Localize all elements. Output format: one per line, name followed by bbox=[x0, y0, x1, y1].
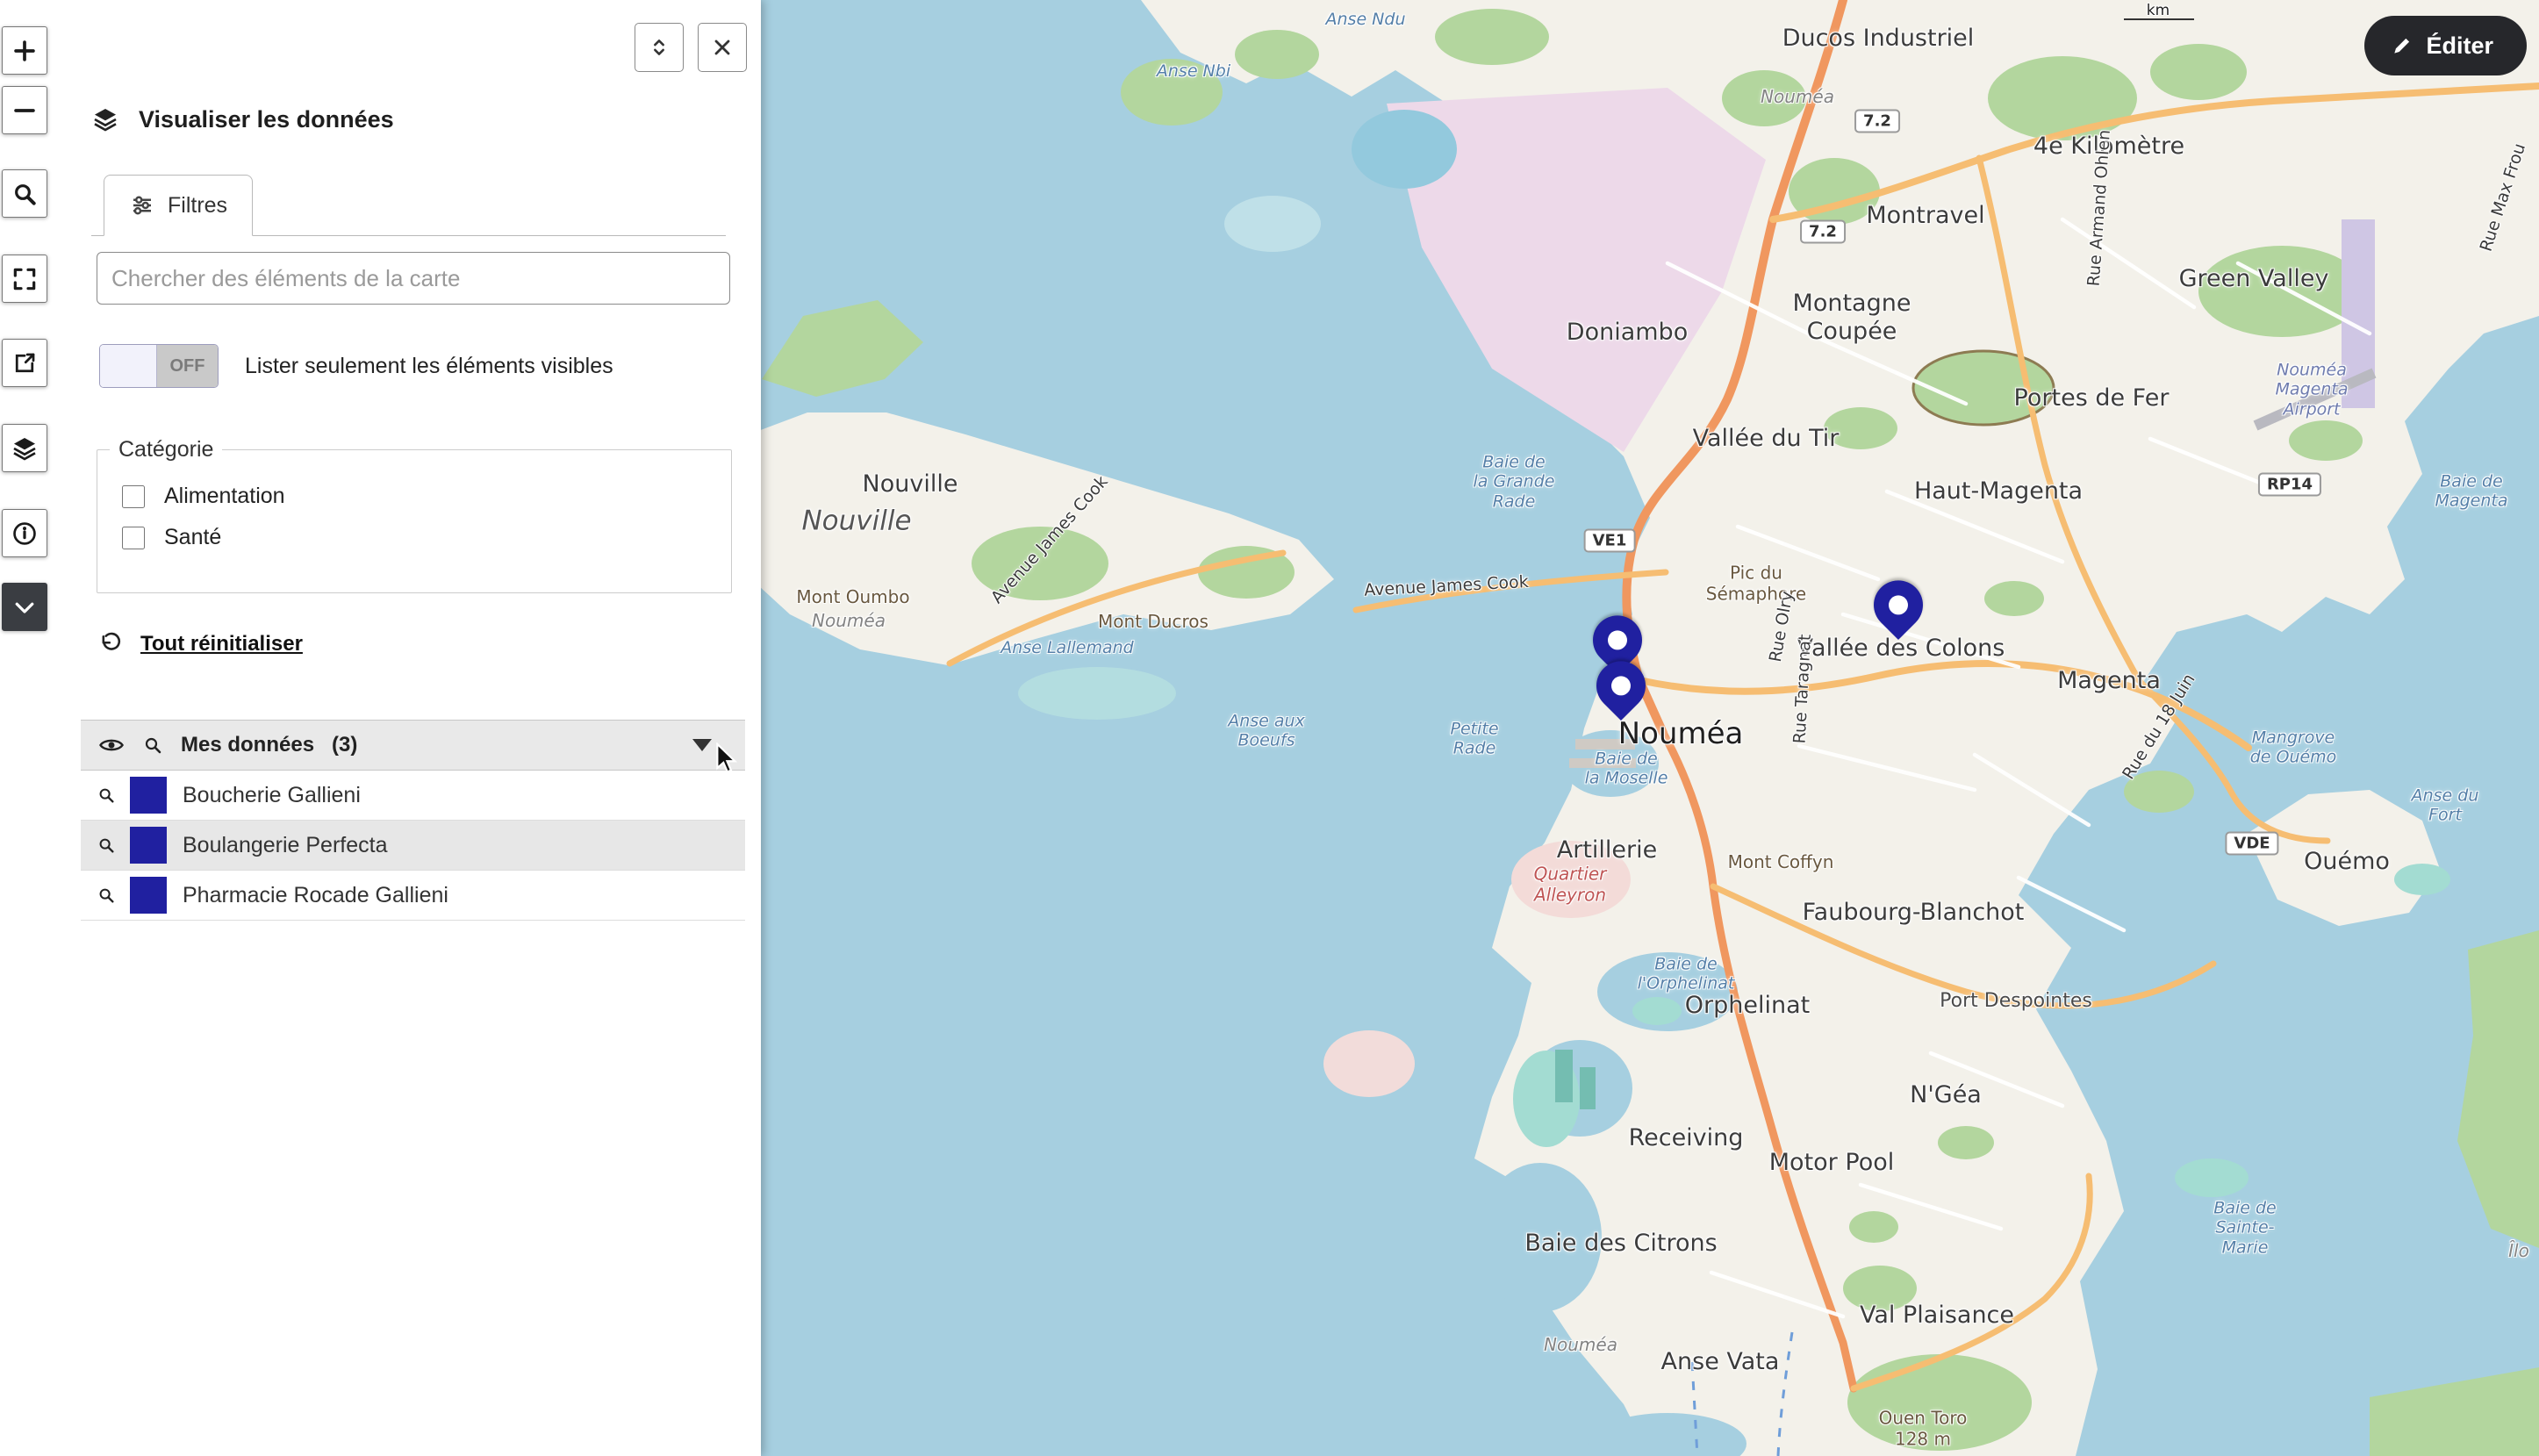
mouse-cursor bbox=[714, 742, 744, 778]
feature-label[interactable]: Pharmacie Rocade Gallieni bbox=[183, 883, 448, 908]
panel-resize-button[interactable] bbox=[635, 23, 684, 72]
category-checkbox[interactable] bbox=[122, 485, 145, 508]
search-button[interactable] bbox=[2, 169, 47, 218]
category-option[interactable]: Alimentation bbox=[122, 484, 731, 509]
panel-controls bbox=[635, 23, 747, 72]
undo-icon bbox=[98, 632, 123, 656]
datalayer-header[interactable]: Mes données (3) bbox=[81, 720, 745, 771]
search-input[interactable] bbox=[97, 252, 730, 305]
panel-title: Visualiser les données bbox=[139, 106, 394, 133]
category-legend: Catégorie bbox=[110, 437, 222, 463]
category-label: Santé bbox=[164, 525, 221, 550]
datalayer-section: Mes données (3) Boucherie Gallieni Boulan… bbox=[81, 720, 745, 921]
feature-label[interactable]: Boulangerie Perfecta bbox=[183, 833, 387, 858]
layers-button[interactable] bbox=[2, 424, 47, 472]
feature-color-swatch bbox=[130, 877, 167, 914]
category-checkbox[interactable] bbox=[122, 527, 145, 549]
category-label: Alimentation bbox=[164, 484, 285, 509]
about-button[interactable] bbox=[2, 509, 47, 557]
panel-header: Visualiser les données bbox=[91, 105, 394, 133]
tabbar: Filtres bbox=[91, 174, 726, 236]
feature-label[interactable]: Boucherie Gallieni bbox=[183, 783, 361, 808]
zoom-to-feature-icon[interactable] bbox=[97, 836, 116, 855]
map-marker[interactable] bbox=[1863, 570, 1933, 640]
map-marker[interactable] bbox=[1586, 651, 1655, 721]
tab-filtres[interactable]: Filtres bbox=[104, 175, 253, 236]
layers-icon bbox=[91, 105, 119, 133]
collapse-caret-icon[interactable] bbox=[692, 739, 712, 751]
close-icon bbox=[710, 35, 735, 60]
expand-vertical-icon bbox=[647, 35, 671, 60]
visible-elements-toggle[interactable]: OFF bbox=[99, 344, 219, 388]
datalayer-count: (3) bbox=[332, 733, 357, 757]
more-controls-button[interactable] bbox=[2, 583, 47, 631]
tab-filtres-label: Filtres bbox=[168, 193, 227, 219]
data-browser-panel: Visualiser les données Filtres OFF Liste… bbox=[0, 0, 761, 1456]
panel-close-button[interactable] bbox=[698, 23, 747, 72]
fullscreen-button[interactable] bbox=[2, 255, 47, 303]
edit-button[interactable]: Éditer bbox=[2364, 16, 2527, 75]
toggle-state-label: OFF bbox=[157, 345, 218, 387]
zoom-to-feature-icon[interactable] bbox=[97, 886, 116, 905]
feature-color-swatch bbox=[130, 827, 167, 864]
reset-row: Tout réinitialiser bbox=[98, 632, 303, 656]
edit-button-label: Éditer bbox=[2426, 32, 2493, 60]
category-fieldset: Catégorie Alimentation Santé bbox=[97, 437, 732, 593]
feature-row[interactable]: Boulangerie Perfecta bbox=[81, 821, 745, 871]
zoom-to-feature-icon[interactable] bbox=[97, 785, 116, 805]
category-option[interactable]: Santé bbox=[122, 525, 731, 550]
datalayer-title: Mes données bbox=[181, 733, 314, 757]
zoom-out-button[interactable] bbox=[2, 86, 47, 134]
toggle-knob bbox=[100, 345, 157, 387]
feature-row[interactable]: Boucherie Gallieni bbox=[81, 771, 745, 821]
share-button[interactable] bbox=[2, 339, 47, 387]
zoom-to-layer-icon[interactable] bbox=[142, 735, 163, 756]
filters-icon bbox=[129, 192, 155, 219]
eye-icon[interactable] bbox=[98, 732, 125, 758]
reset-all-link[interactable]: Tout réinitialiser bbox=[140, 632, 303, 656]
visible-elements-row: OFF Lister seulement les éléments visibl… bbox=[99, 344, 726, 388]
toggle-description: Lister seulement les éléments visibles bbox=[245, 354, 613, 379]
feature-color-swatch bbox=[130, 777, 167, 814]
pencil-icon bbox=[2391, 34, 2413, 57]
zoom-in-button[interactable] bbox=[2, 26, 47, 75]
feature-row[interactable]: Pharmacie Rocade Gallieni bbox=[81, 871, 745, 921]
